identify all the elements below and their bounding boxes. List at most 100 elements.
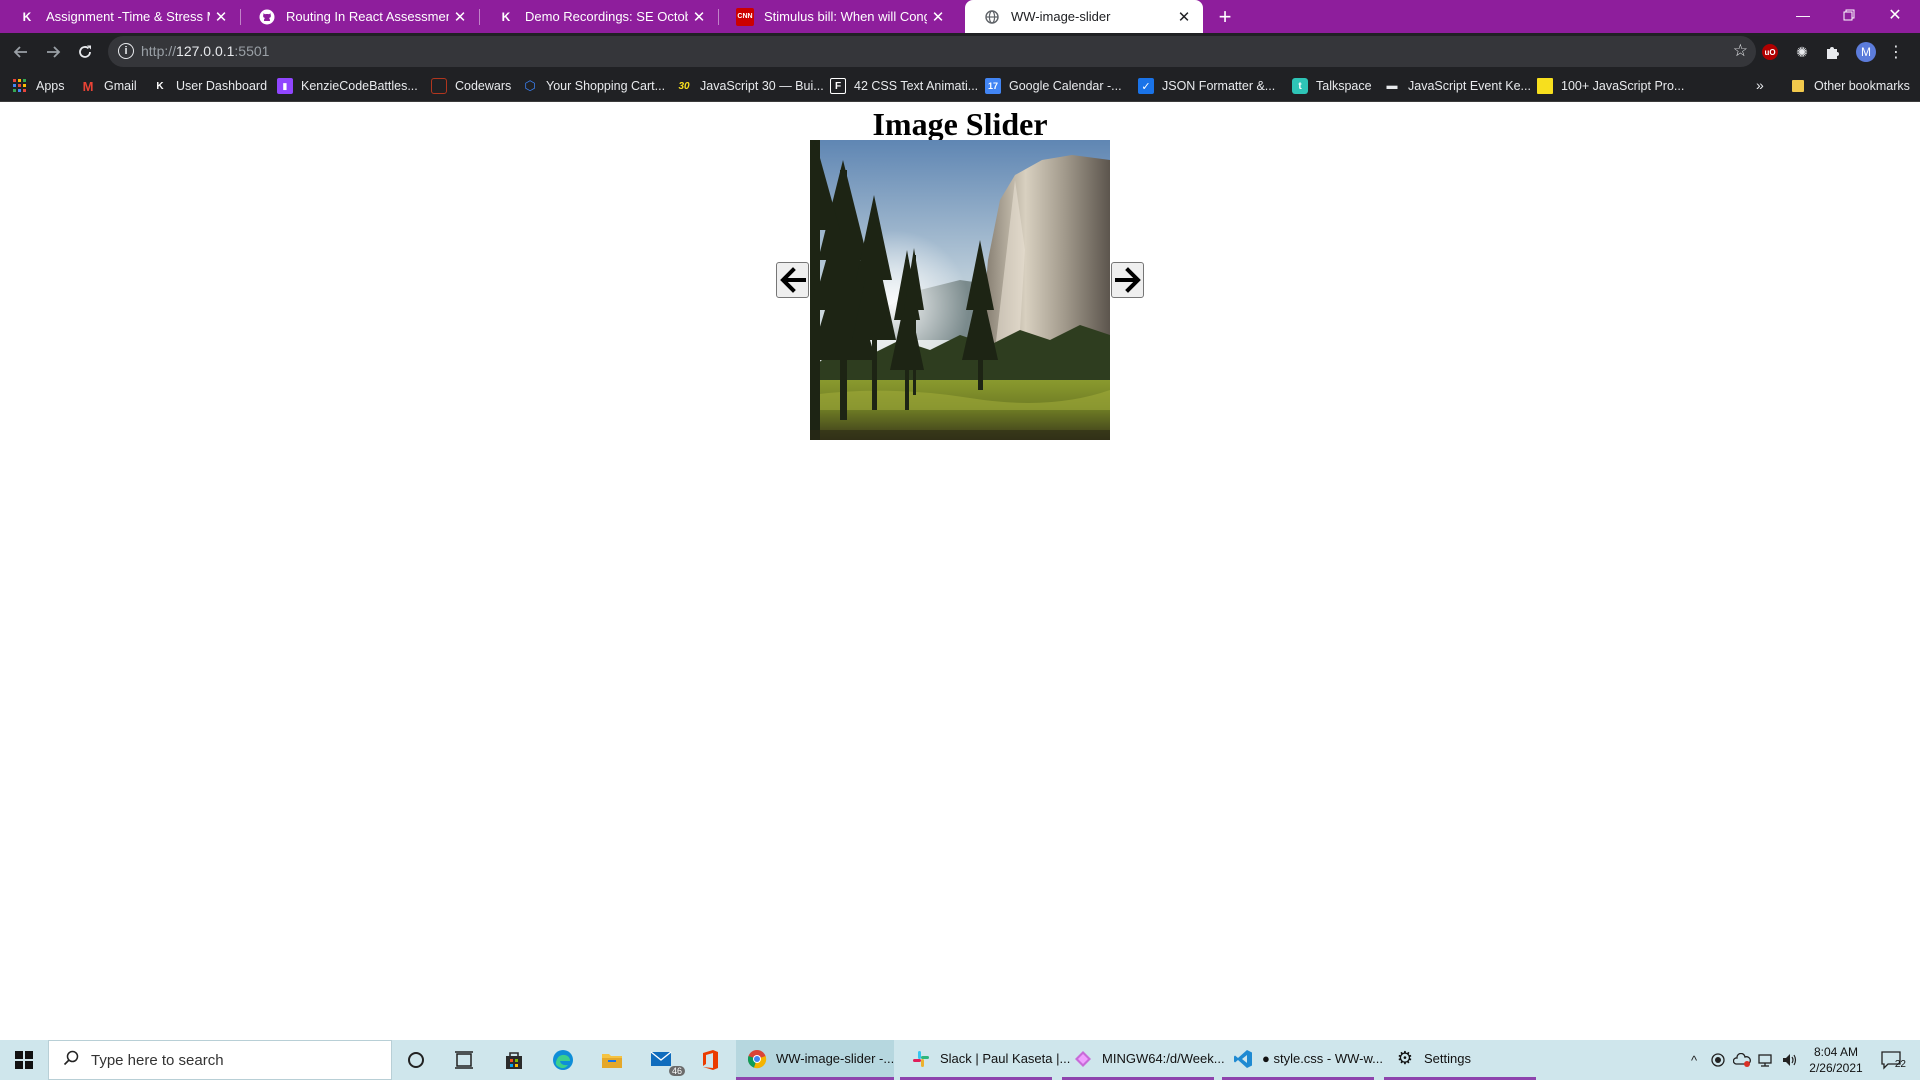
cnn-icon: CNN (736, 7, 754, 26)
browser-toolbar: i http://127.0.0.1:5501 ☆ uO ✺ M ⋮ (0, 33, 1920, 70)
tab-title: Assignment -Time & Stress Mana (46, 9, 210, 24)
volume-icon[interactable] (1780, 1050, 1800, 1070)
tab-0[interactable]: K Assignment -Time & Stress Mana ✕ (0, 0, 240, 33)
tab-3[interactable]: CNN Stimulus bill: When will Congress ✕ (718, 0, 957, 33)
bookmark-codewars[interactable]: Codewars (431, 77, 511, 95)
edge-icon[interactable] (547, 1044, 579, 1076)
bookmark-star-icon[interactable]: ☆ (1733, 41, 1748, 61)
profile-avatar[interactable]: M (1856, 42, 1876, 62)
url-text[interactable]: http://127.0.0.1:5501 (141, 43, 269, 59)
menu-kebab-icon[interactable]: ⋮ (1886, 42, 1906, 62)
bookmark-gmail[interactable]: M Gmail (80, 77, 137, 95)
bookmarks-overflow-button[interactable]: » (1756, 77, 1764, 93)
tab-4-active[interactable]: WW-image-slider ✕ (965, 0, 1203, 33)
tab-title: Stimulus bill: When will Congress (764, 9, 927, 24)
close-icon[interactable]: ✕ (688, 6, 710, 28)
previous-button[interactable] (776, 262, 809, 298)
bookmark-apps[interactable]: Apps (12, 77, 65, 95)
close-icon[interactable]: ✕ (210, 6, 232, 28)
taskbar-app-label: Slack | Paul Kaseta |... (940, 1051, 1071, 1066)
new-tab-button[interactable]: + (1212, 4, 1238, 30)
kenzie-icon: K (22, 9, 32, 24)
task-view-icon[interactable] (448, 1044, 480, 1076)
taskbar-app-slack[interactable]: Slack | Paul Kaseta |... (900, 1040, 1070, 1080)
bookmark-label: User Dashboard (176, 79, 268, 93)
taskbar-app-chrome[interactable]: WW-image-slider -... (736, 1040, 894, 1080)
page-viewport: Image Slider (0, 102, 1920, 1040)
kenzie-icon: K (501, 9, 511, 24)
bookmark-label: Codewars (455, 79, 512, 93)
bookmark-javascript30[interactable]: 30 JavaScript 30 — Bui... (676, 77, 824, 95)
gmail-icon: M (82, 78, 94, 94)
tab-strip: K Assignment -Time & Stress Mana ✕ Routi… (0, 0, 1920, 33)
apps-grid-icon (12, 78, 28, 94)
keyboard-icon: ▬ (1386, 80, 1398, 92)
bookmark-css-text-animations[interactable]: F 42 CSS Text Animati... (830, 77, 978, 95)
git-bash-icon (1072, 1048, 1094, 1070)
close-window-button[interactable]: ✕ (1872, 0, 1918, 30)
bookmark-talkspace[interactable]: t Talkspace (1292, 77, 1372, 95)
clock-date: 2/26/2021 (1809, 1061, 1863, 1075)
bookmark-label: Apps (36, 79, 65, 93)
back-button[interactable] (6, 37, 36, 67)
tab-title: Routing In React Assessment by (286, 9, 449, 24)
onedrive-icon[interactable] (1732, 1050, 1752, 1070)
bookmark-other-bookmarks[interactable]: Other bookmarks (1790, 77, 1910, 95)
calendar-icon: 17 (985, 78, 1001, 94)
bookmark-json-formatter[interactable]: ✓ JSON Formatter &... (1138, 77, 1275, 95)
url-scheme: http:// (141, 43, 177, 59)
bookmark-label: Gmail (104, 79, 137, 93)
bookmark-js-projects[interactable]: 100+ JavaScript Pro... (1537, 77, 1684, 95)
bookmark-google-calendar[interactable]: 17 Google Calendar -... (985, 77, 1122, 95)
close-icon[interactable]: ✕ (927, 6, 949, 28)
microsoft-store-icon[interactable] (498, 1044, 530, 1076)
file-explorer-icon[interactable] (596, 1044, 628, 1076)
record-icon[interactable] (1708, 1050, 1728, 1070)
mail-icon[interactable]: 46 (647, 1044, 685, 1076)
twitch-icon: ▮ (277, 78, 293, 94)
bookmark-label: JavaScript 30 — Bui... (700, 79, 824, 93)
taskbar-app-label: WW-image-slider -... (776, 1051, 895, 1066)
bookmark-shopping-cart[interactable]: ⬡ Your Shopping Cart... (522, 77, 665, 95)
network-icon[interactable] (1756, 1050, 1776, 1070)
clock-time: 8:04 AM (1813, 1045, 1859, 1059)
bookmark-js-event-keycodes[interactable]: ▬ JavaScript Event Ke... (1384, 77, 1531, 95)
taskbar-app-label: ● style.css - WW-w... (1262, 1051, 1383, 1066)
tab-2[interactable]: K Demo Recordings: SE October 20 ✕ (479, 0, 718, 33)
notification-center-icon[interactable]: 22 (1878, 1048, 1906, 1072)
tab-title: Demo Recordings: SE October 20 (525, 9, 688, 24)
start-button[interactable] (0, 1040, 48, 1080)
tab-1[interactable]: Routing In React Assessment by ✕ (240, 0, 479, 33)
office-icon[interactable] (694, 1044, 726, 1076)
reload-button[interactable] (70, 37, 100, 67)
folder-icon (1790, 78, 1806, 94)
close-icon[interactable]: ✕ (1173, 6, 1195, 28)
slider-image (810, 140, 1110, 440)
extension-gear-icon[interactable]: ✺ (1792, 42, 1812, 62)
forward-button[interactable] (38, 37, 68, 67)
bookmark-label: KenzieCodeBattles... (301, 79, 418, 93)
taskbar-search-box[interactable]: Type here to search (48, 1040, 392, 1080)
taskbar-app-git-bash[interactable]: MINGW64:/d/Week... (1062, 1040, 1225, 1080)
bookmark-label: JavaScript Event Ke... (1408, 79, 1531, 93)
bookmark-kenziecodebattles[interactable]: ▮ KenzieCodeBattles... (277, 77, 418, 95)
taskbar-app-vscode[interactable]: ● style.css - WW-w... (1222, 1040, 1383, 1080)
chevron-up-icon[interactable]: ^ (1684, 1050, 1704, 1070)
next-button[interactable] (1111, 262, 1144, 298)
minimize-button[interactable]: — (1780, 0, 1826, 30)
cortana-icon[interactable] (400, 1044, 432, 1076)
address-bar[interactable]: i http://127.0.0.1:5501 ☆ (108, 36, 1756, 67)
js-icon (1537, 78, 1553, 94)
ublock-icon[interactable]: uO (1762, 44, 1778, 60)
globe-icon (983, 8, 1001, 26)
restore-button[interactable] (1826, 0, 1872, 30)
arrow-right-icon (1114, 267, 1141, 293)
taskbar-clock[interactable]: 8:04 AM 2/26/2021 (1800, 1044, 1872, 1076)
bookmark-user-dashboard[interactable]: K User Dashboard (152, 77, 267, 95)
taskbar-app-settings[interactable]: ⚙ Settings (1384, 1040, 1536, 1080)
info-icon[interactable]: i (118, 43, 134, 59)
bookmark-label: 100+ JavaScript Pro... (1561, 79, 1685, 93)
close-icon[interactable]: ✕ (449, 6, 471, 28)
puzzle-icon[interactable] (1823, 42, 1843, 62)
mail-badge: 46 (668, 1066, 685, 1076)
